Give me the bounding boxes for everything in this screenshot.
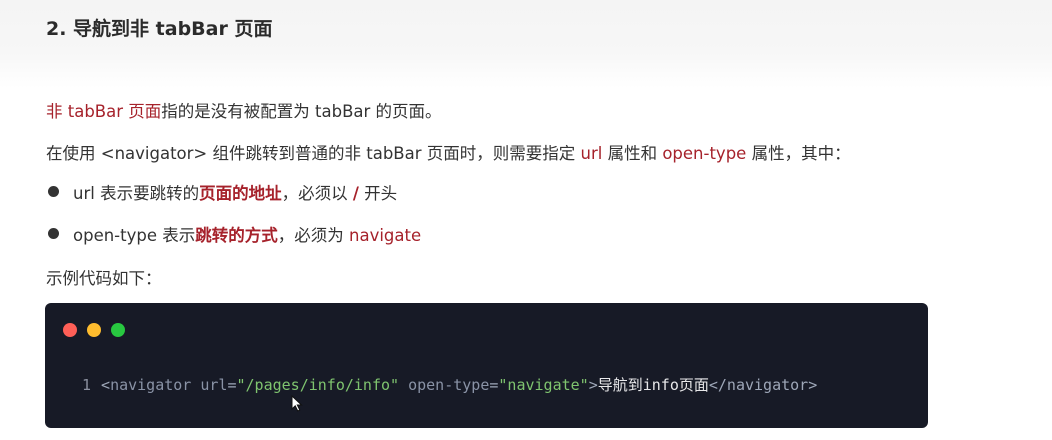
paragraph-example: 示例代码如下：: [46, 269, 162, 288]
code-token: =: [227, 376, 237, 394]
highlight-term: 非 tabBar 页面: [46, 102, 162, 121]
code-token: url: [191, 376, 228, 394]
highlight-phrase: 页面的地址: [199, 184, 282, 203]
code-token: <: [101, 376, 111, 394]
code-token: </navigator>: [708, 376, 818, 394]
bullet-dot-icon: [48, 228, 59, 239]
paragraph-text: 属性和: [602, 144, 663, 163]
code-token: 导航到info页面: [597, 376, 709, 394]
code-token: navigator: [110, 376, 192, 394]
window-close-dot-icon: [63, 323, 77, 337]
line-number: 1: [82, 376, 92, 394]
code-line: 1 <navigator url="/pages/info/info" open-…: [82, 374, 817, 395]
window-maximize-dot-icon: [111, 323, 125, 337]
keyword-open-type: open-type: [662, 144, 747, 163]
code-token: "/pages/info/info": [236, 376, 400, 394]
bullet-dot-icon: [48, 186, 59, 197]
paragraph-text: 在使用 <navigator> 组件跳转到普通的非 tabBar 页面时，则需要…: [46, 144, 581, 163]
bullet-text: ，必须以: [281, 184, 353, 203]
paragraph-usage: 在使用 <navigator> 组件跳转到普通的非 tabBar 页面时，则需要…: [46, 140, 851, 164]
keyword-navigate: navigate: [349, 226, 422, 245]
bullet-item-url: url 表示要跳转的页面的地址，必须以 / 开头: [73, 180, 397, 204]
code-token: open-type: [399, 376, 490, 394]
bullet-text: 开头: [358, 184, 398, 203]
window-minimize-dot-icon: [87, 323, 101, 337]
highlight-phrase: 跳转的方式: [195, 226, 278, 245]
paragraph-intro: 非 tabBar 页面指的是没有被配置为 tabBar 的页面。: [46, 98, 442, 122]
mouse-cursor-icon: [291, 395, 303, 412]
paragraph-text: 属性，其中：: [746, 144, 851, 163]
section-title: 2. 导航到非 tabBar 页面: [46, 18, 273, 40]
bullet-text: url 表示要跳转的: [73, 184, 200, 203]
bullet-item-open-type: open-type 表示跳转的方式，必须为 navigate: [73, 222, 421, 246]
keyword-url: url: [580, 144, 603, 163]
code-block: 1 <navigator url="/pages/info/info" open-…: [45, 303, 928, 428]
bullet-text: open-type 表示: [73, 226, 196, 245]
paragraph-text: 指的是没有被配置为 tabBar 的页面。: [161, 102, 442, 121]
code-token: "navigate": [498, 376, 589, 394]
code-token: >: [588, 376, 598, 394]
bullet-text: ，必须为: [277, 226, 349, 245]
